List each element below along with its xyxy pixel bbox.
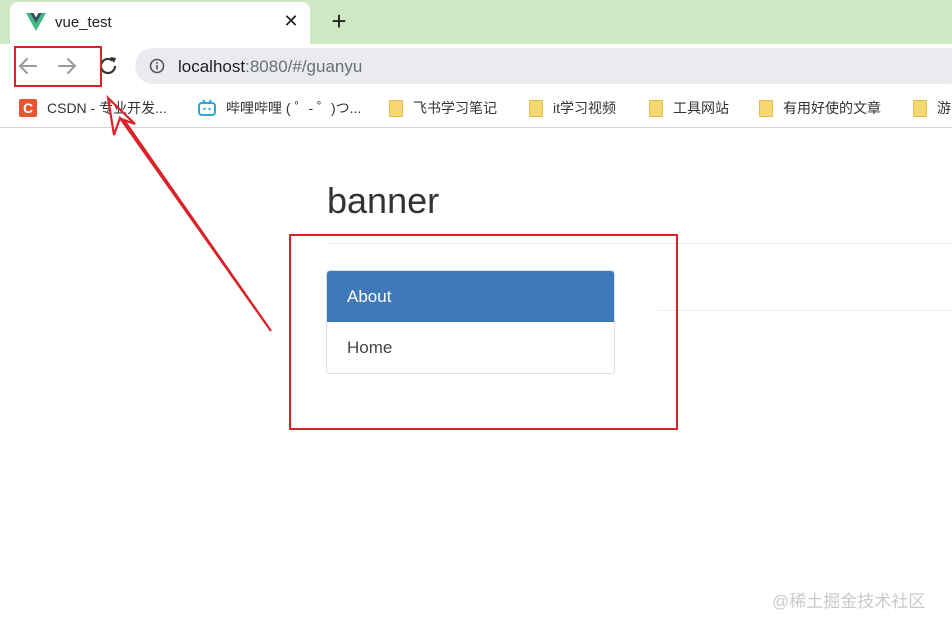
bookmark-label: 飞书学习笔记 — [413, 100, 497, 116]
content-divider — [657, 310, 952, 311]
bookmarks-bar: C CSDN - 专业开发... 哔哩哔哩 ( ゜- ゜)つ... 飞书学习笔记… — [0, 90, 952, 128]
folder-icon — [759, 99, 773, 117]
bookmark-folder[interactable]: 游 — [913, 97, 951, 119]
page-banner-heading: banner — [327, 180, 440, 221]
folder-icon — [649, 99, 663, 117]
site-info-icon[interactable] — [149, 58, 165, 74]
annotation-box-nav-buttons — [14, 46, 102, 87]
url-path: :8080/#/guanyu — [245, 57, 363, 76]
bookmark-label: CSDN - 专业开发... — [47, 100, 167, 116]
bookmark-label: it学习视频 — [553, 100, 616, 116]
bookmark-label: 哔哩哔哩 ( ゜- ゜)つ... — [226, 100, 362, 116]
annotation-box-content — [289, 234, 678, 430]
tab-strip: vue_test ✕ + — [0, 0, 952, 44]
bookmark-label: 工具网站 — [673, 100, 729, 116]
bilibili-icon — [198, 99, 216, 116]
browser-toolbar: localhost:8080/#/guanyu — [0, 44, 952, 90]
tab-title: vue_test — [55, 14, 112, 31]
bookmark-bilibili[interactable]: 哔哩哔哩 ( ゜- ゜)つ... — [198, 97, 361, 119]
folder-icon — [913, 99, 927, 117]
bookmark-folder[interactable]: 飞书学习笔记 — [389, 97, 497, 119]
url-text[interactable]: localhost:8080/#/guanyu — [178, 57, 362, 77]
bookmark-folder[interactable]: 有用好使的文章 — [759, 97, 881, 119]
new-tab-button[interactable]: + — [326, 8, 352, 34]
bookmark-csdn[interactable]: C CSDN - 专业开发... — [19, 97, 167, 119]
csdn-icon: C — [19, 99, 37, 117]
vue-logo-icon — [26, 13, 46, 31]
bookmark-folder[interactable]: it学习视频 — [529, 97, 616, 119]
bookmark-folder[interactable]: 工具网站 — [649, 97, 729, 119]
folder-icon — [529, 99, 543, 117]
bookmark-label: 游 — [937, 100, 951, 116]
folder-icon — [389, 99, 403, 117]
watermark: @稀土掘金技术社区 — [772, 592, 926, 611]
browser-tab[interactable]: vue_test ✕ — [10, 2, 310, 44]
url-host: localhost — [178, 57, 246, 76]
address-bar[interactable]: localhost:8080/#/guanyu — [135, 48, 952, 84]
close-tab-icon[interactable]: ✕ — [281, 11, 301, 31]
bookmark-label: 有用好使的文章 — [783, 100, 881, 116]
